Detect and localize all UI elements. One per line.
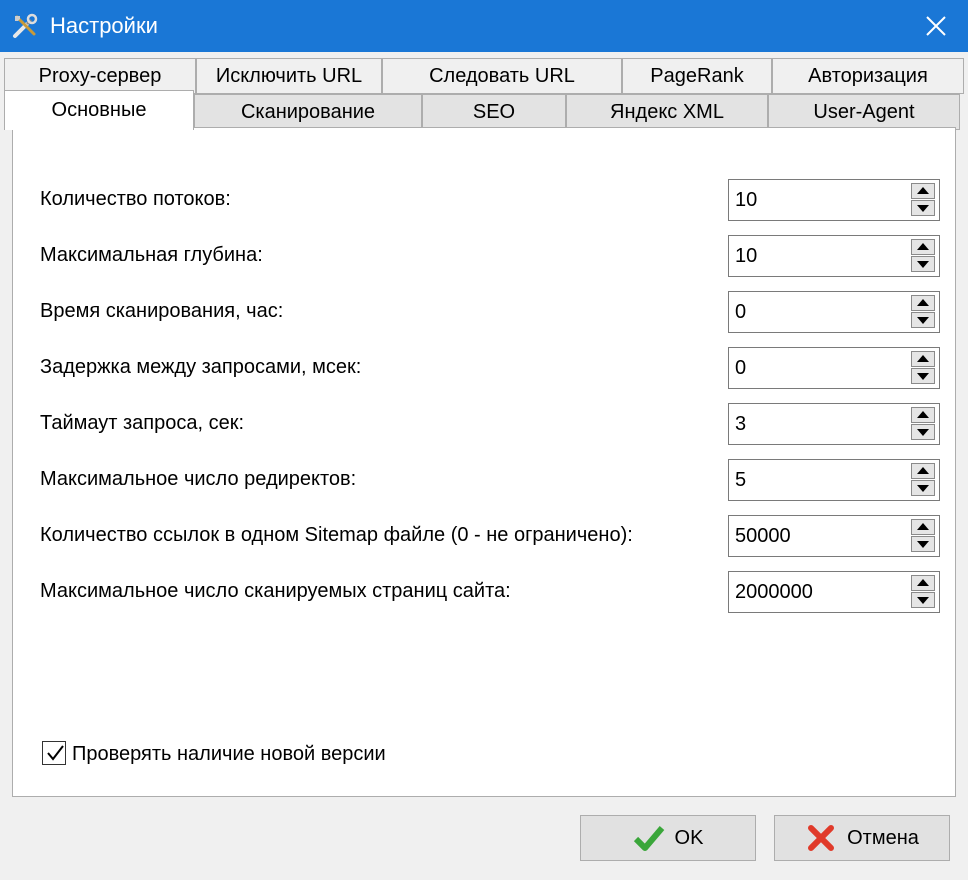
check-updates-checkbox[interactable]	[42, 741, 66, 765]
threads-spinner[interactable]: 10	[728, 179, 940, 221]
ok-label: OK	[674, 826, 704, 849]
spin-down-arrow-icon[interactable]	[911, 256, 935, 272]
tab-exclude-url[interactable]: Исключить URL	[196, 58, 382, 94]
spin-down-arrow-icon[interactable]	[911, 200, 935, 216]
request-timeout-label: Таймаут запроса, сек:	[40, 412, 245, 434]
threads-label: Количество потоков:	[40, 188, 231, 210]
spin-up-arrow-icon[interactable]	[911, 351, 935, 367]
cancel-label: Отмена	[847, 826, 919, 849]
tab-follow-url[interactable]: Следовать URL	[382, 58, 622, 94]
spin-down-arrow-icon[interactable]	[911, 368, 935, 384]
tab-seo[interactable]: SEO	[422, 94, 566, 130]
green-check-icon	[633, 824, 665, 852]
max-redirects-value[interactable]: 5	[735, 460, 746, 500]
settings-window: Настройки Proxy-сервер Исключить URL Сле…	[0, 0, 968, 880]
max-pages-label: Максимальное число сканируемых страниц с…	[40, 580, 511, 602]
sitemap-links-value[interactable]: 50000	[735, 516, 791, 556]
scan-time-label: Время сканирования, час:	[40, 300, 284, 322]
request-delay-value[interactable]: 0	[735, 348, 746, 388]
title-bar: Настройки	[0, 0, 968, 52]
spin-up-arrow-icon[interactable]	[911, 295, 935, 311]
tab-proxy-server[interactable]: Proxy-сервер	[4, 58, 196, 94]
checkmark-icon	[47, 745, 64, 761]
close-button[interactable]	[904, 0, 968, 52]
request-delay-spinner[interactable]: 0	[728, 347, 940, 389]
spin-down-arrow-icon[interactable]	[911, 480, 935, 496]
spin-up-arrow-icon[interactable]	[911, 239, 935, 255]
max-pages-value[interactable]: 2000000	[735, 572, 813, 612]
request-timeout-spinner[interactable]: 3	[728, 403, 940, 445]
tab-pagerank[interactable]: PageRank	[622, 58, 772, 94]
red-x-icon	[805, 824, 837, 852]
tab-scanning[interactable]: Сканирование	[194, 94, 422, 130]
scan-time-value[interactable]: 0	[735, 292, 746, 332]
tab-user-agent[interactable]: User-Agent	[768, 94, 960, 130]
max-depth-value[interactable]: 10	[735, 236, 757, 276]
max-depth-spinner[interactable]: 10	[728, 235, 940, 277]
spin-up-arrow-icon[interactable]	[911, 575, 935, 591]
cancel-button[interactable]: Отмена	[774, 815, 950, 861]
spin-down-arrow-icon[interactable]	[911, 312, 935, 328]
request-timeout-value[interactable]: 3	[735, 404, 746, 444]
threads-value[interactable]: 10	[735, 180, 757, 220]
spin-down-arrow-icon[interactable]	[911, 536, 935, 552]
spin-up-arrow-icon[interactable]	[911, 519, 935, 535]
spin-up-arrow-icon[interactable]	[911, 183, 935, 199]
tab-general[interactable]: Основные	[4, 90, 194, 130]
scan-time-spinner[interactable]: 0	[728, 291, 940, 333]
check-updates-label[interactable]: Проверять наличие новой версии	[72, 741, 386, 767]
spin-down-arrow-icon[interactable]	[911, 592, 935, 608]
max-redirects-spinner[interactable]: 5	[728, 459, 940, 501]
window-title: Настройки	[50, 13, 158, 38]
max-redirects-label: Максимальное число редиректов:	[40, 468, 357, 490]
request-delay-label: Задержка между запросами, мсек:	[40, 356, 362, 378]
max-pages-spinner[interactable]: 2000000	[728, 571, 940, 613]
tab-authorization[interactable]: Авторизация	[772, 58, 964, 94]
tab-yandex-xml[interactable]: Яндекс XML	[566, 94, 768, 130]
spin-up-arrow-icon[interactable]	[911, 407, 935, 423]
ok-button[interactable]: OK	[580, 815, 756, 861]
spin-up-arrow-icon[interactable]	[911, 463, 935, 479]
tools-icon	[12, 13, 38, 39]
spin-down-arrow-icon[interactable]	[911, 424, 935, 440]
max-depth-label: Максимальная глубина:	[40, 244, 263, 266]
sitemap-links-spinner[interactable]: 50000	[728, 515, 940, 557]
close-icon	[926, 16, 946, 36]
sitemap-links-label: Количество ссылок в одном Sitemap файле …	[40, 524, 633, 546]
